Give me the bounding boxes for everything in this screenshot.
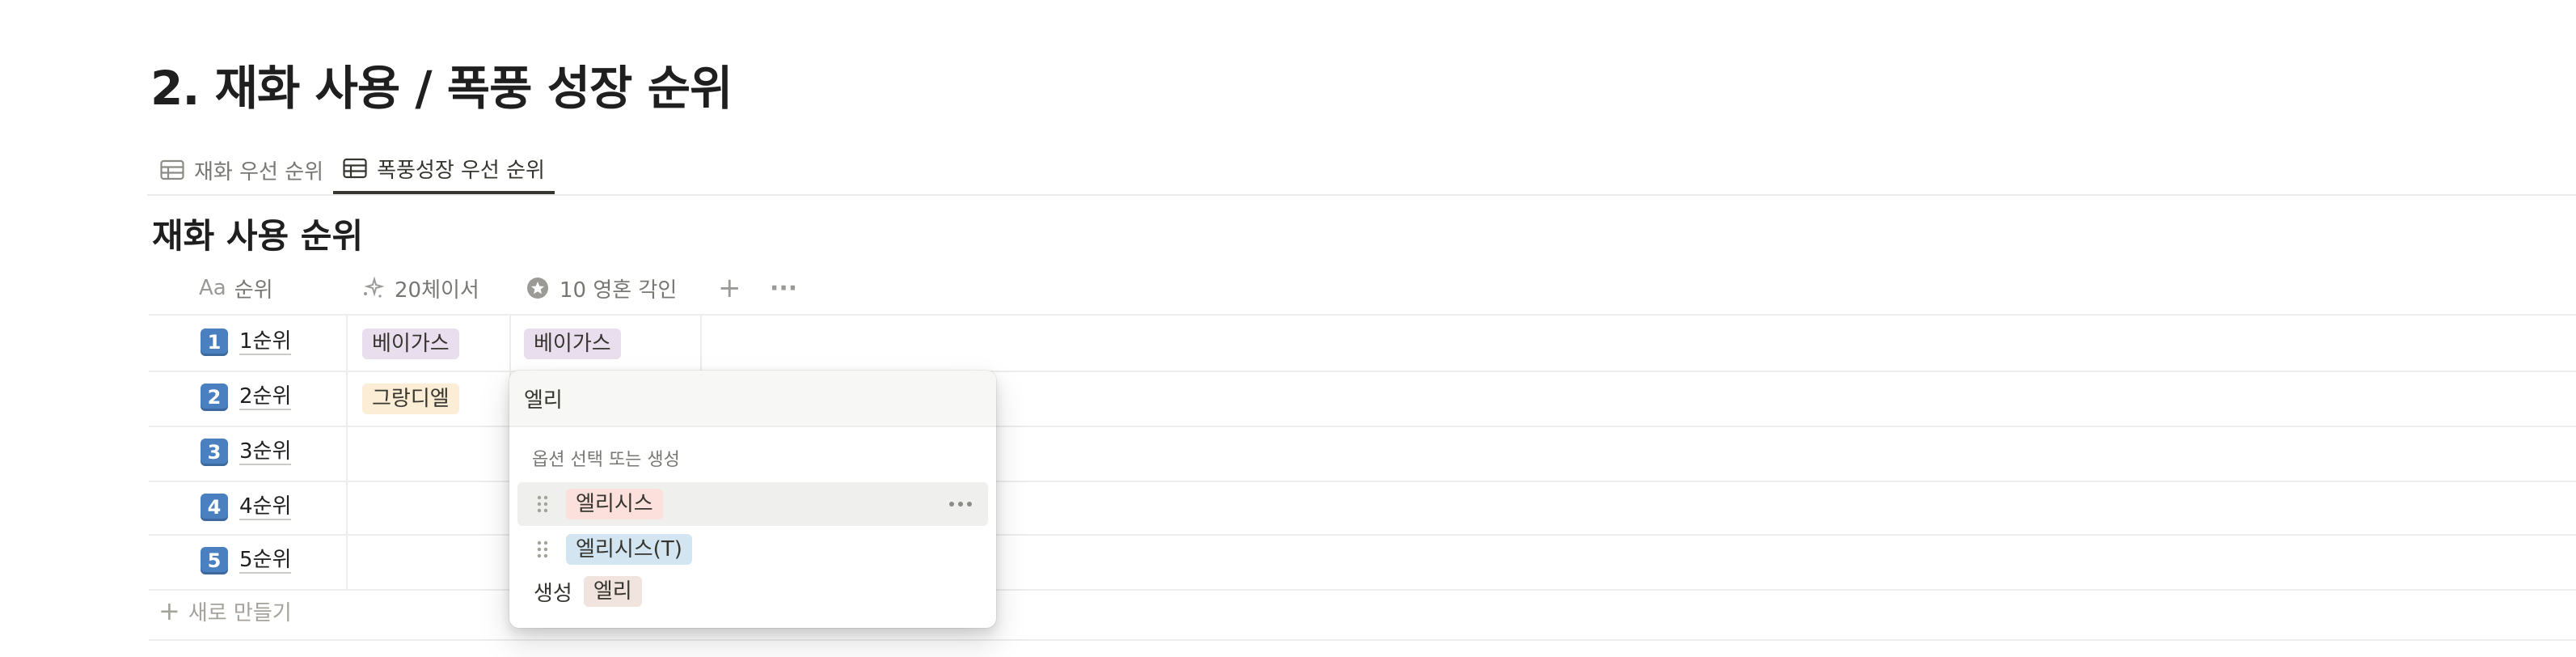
select-search-box <box>509 371 996 427</box>
new-row-label: 새로 만들기 <box>188 600 292 625</box>
select-search-input[interactable] <box>524 384 977 413</box>
rank-number-badge: 5 <box>201 547 228 574</box>
text-property-icon: Aa <box>199 276 226 300</box>
column-header-chaser[interactable]: 20체이서 <box>361 262 479 314</box>
create-label: 생성 <box>534 581 572 606</box>
rank-number-badge: 4 <box>201 494 228 521</box>
row-title[interactable]: 3순위 <box>239 439 292 465</box>
drag-handle-icon[interactable] <box>537 495 548 513</box>
create-option-button[interactable]: 생성 엘리 <box>534 576 642 607</box>
option-tag: 엘리시스(T) <box>566 534 692 565</box>
database-title[interactable]: 재화 사용 순위 <box>152 209 363 258</box>
plus-icon: + <box>718 272 741 304</box>
tabs-divider <box>147 194 2576 196</box>
tag[interactable]: 그랑디엘 <box>362 384 459 414</box>
table-row[interactable]: 4 4순위 <box>201 494 292 521</box>
option-tag: 엘리시스 <box>566 489 663 519</box>
more-icon: ··· <box>770 273 798 303</box>
table-icon <box>160 159 184 180</box>
column-label: 10 영혼 각인 <box>560 278 678 303</box>
plus-icon: + <box>158 596 180 626</box>
column-header-soul-engrave[interactable]: 10 영혼 각인 <box>526 262 677 314</box>
sparkle-icon <box>364 276 385 298</box>
tab-label: 재화 우선 순위 <box>194 159 324 184</box>
select-hint: 옵션 선택 또는 생성 <box>532 450 680 470</box>
rank-number-badge: 3 <box>201 439 228 466</box>
column-divider <box>346 314 348 589</box>
select-dropdown: 옵션 선택 또는 생성 엘리시스 엘리시스(T) 생성 엘리 <box>509 371 996 628</box>
column-label: 순위 <box>234 278 273 303</box>
table-row[interactable]: 2 2순위 <box>201 384 292 411</box>
column-divider <box>700 314 702 371</box>
row-title[interactable]: 4순위 <box>239 494 292 520</box>
rank-number-badge: 2 <box>201 384 228 411</box>
row-title[interactable]: 1순위 <box>239 329 292 355</box>
table-row[interactable]: 5 5순위 <box>201 547 292 574</box>
drag-handle-icon[interactable] <box>537 540 548 558</box>
option-item[interactable]: 엘리시스 <box>517 482 988 526</box>
more-options-button[interactable]: ··· <box>770 262 797 314</box>
add-property-button[interactable]: + <box>718 262 741 314</box>
tab-growth-priority[interactable]: 폭풍성장 우선 순위 <box>333 146 555 194</box>
new-row-button[interactable]: + 새로 만들기 <box>158 596 292 626</box>
tag[interactable]: 베이가스 <box>524 328 621 359</box>
column-label: 20체이서 <box>395 278 479 303</box>
table-icon <box>343 158 367 179</box>
row-divider <box>149 639 2576 641</box>
star-badge-icon <box>527 278 548 299</box>
table-row[interactable]: 3 3순위 <box>201 439 292 466</box>
page-title: 2. 재화 사용 / 폭풍 성장 순위 <box>150 61 733 116</box>
column-header-rank[interactable]: Aa 순위 <box>199 262 273 314</box>
tab-currency-priority[interactable]: 재화 우선 순위 <box>150 146 333 194</box>
rank-number-badge: 1 <box>201 328 228 356</box>
table-row[interactable]: 1 1순위 <box>201 328 292 356</box>
option-item[interactable]: 엘리시스(T) <box>517 528 988 571</box>
create-tag: 엘리 <box>583 576 642 607</box>
more-icon[interactable] <box>948 494 973 515</box>
view-tabs: 재화 우선 순위 폭풍성장 우선 순위 <box>150 142 555 194</box>
tab-label: 폭풍성장 우선 순위 <box>377 158 545 183</box>
tag[interactable]: 베이가스 <box>362 328 459 359</box>
row-title[interactable]: 2순위 <box>239 384 292 410</box>
row-divider <box>149 314 2576 316</box>
row-title[interactable]: 5순위 <box>239 548 292 574</box>
